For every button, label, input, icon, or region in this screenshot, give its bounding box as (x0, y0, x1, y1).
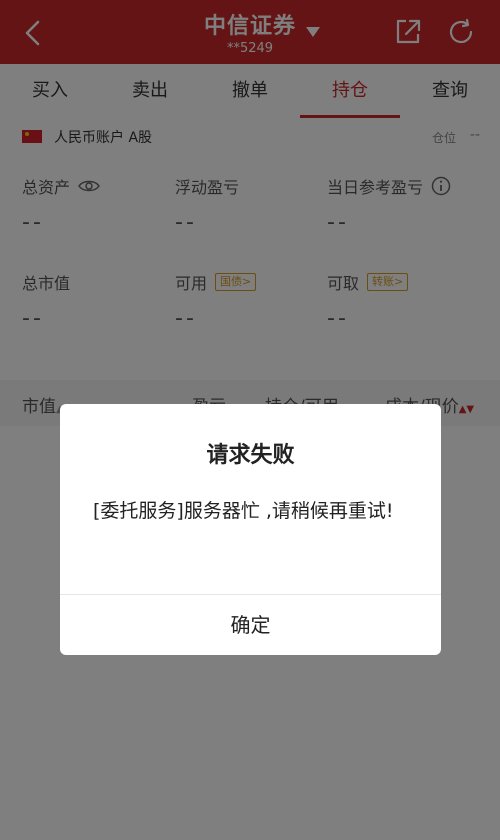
dialog-message: [委托服务]服务器忙 ,请稍候再重试! (93, 500, 394, 522)
confirm-button[interactable]: 确定 (60, 595, 441, 655)
app-screen: 中信证券 **5249 买入 卖出 撤单 持仓 查询 人民币账户 A股 仓位 -… (0, 0, 500, 840)
error-dialog: 请求失败 [委托服务]服务器忙 ,请稍候再重试! 确定 (60, 404, 441, 655)
dialog-title: 请求失败 (206, 443, 295, 468)
